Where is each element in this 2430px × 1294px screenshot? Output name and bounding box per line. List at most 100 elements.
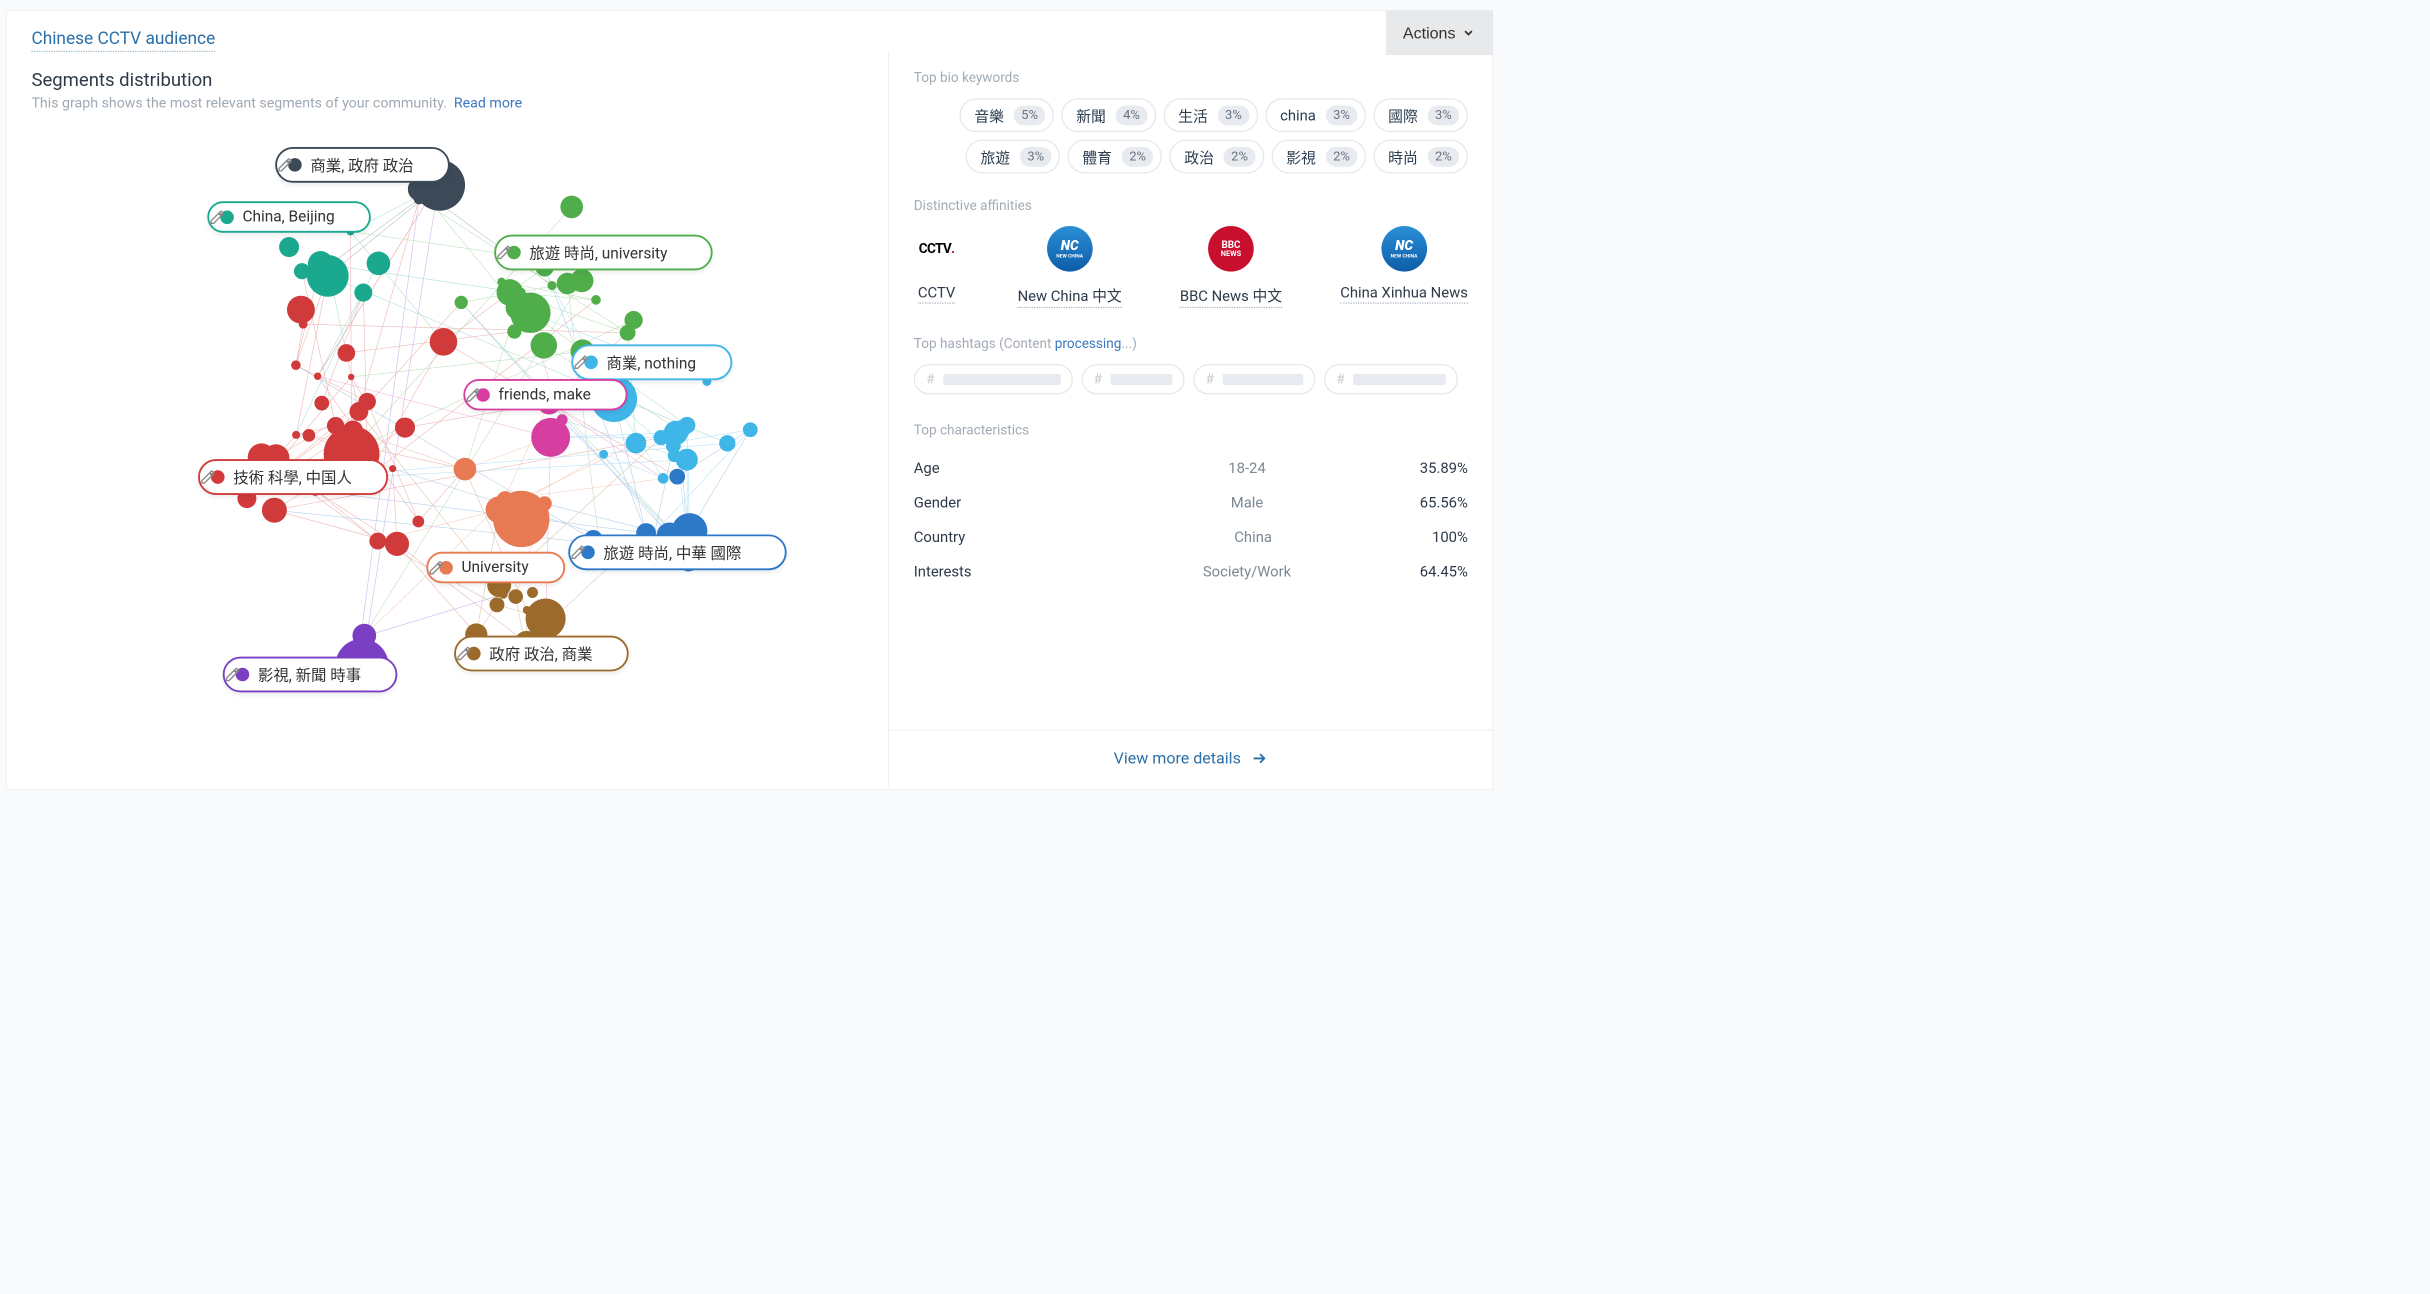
keyword-text: 音樂	[974, 104, 1004, 126]
segment-label[interactable]: 旅遊 時尚, 中華 國際	[568, 534, 786, 570]
keyword-chip[interactable]: 旅遊 3%	[966, 140, 1061, 174]
keyword-percent: 2%	[1224, 147, 1256, 167]
keyword-chip[interactable]: 影視2%	[1271, 140, 1366, 174]
distinctive-affinities-title: Distinctive affinities	[914, 198, 1468, 213]
characteristic-percent: 35.89%	[1420, 459, 1468, 476]
audience-card: Chinese CCTV audience Actions Segments d…	[6, 10, 1493, 790]
affinity-label: CCTV	[918, 284, 955, 304]
affinities-row: CCTV.CCTVNCNEW CHINANew China 中文BBCNEWSB…	[914, 226, 1468, 308]
keyword-chip[interactable]: china3%	[1265, 98, 1366, 132]
segment-label[interactable]: China, Beijing	[207, 201, 371, 232]
affinity-item[interactable]: BBCNEWS BBC News 中文	[1180, 226, 1282, 308]
segment-label-text: 技術 科學, 中国人	[233, 466, 352, 488]
keyword-chip[interactable]: 生活3%	[1163, 98, 1258, 132]
segment-label-text: 旅遊 時尚, university	[529, 241, 667, 263]
hashtag-placeholder-row: # # # #	[914, 364, 1468, 394]
characteristic-key: Gender	[914, 494, 1074, 511]
pencil-icon[interactable]	[200, 469, 216, 485]
characteristic-row: GenderMale65.56%	[914, 485, 1468, 520]
network-graph[interactable]: 商業, 政府 政治 China, Beijing 旅遊 時尚, university…	[31, 124, 863, 760]
keyword-text: 體育	[1082, 146, 1112, 168]
actions-label: Actions	[1403, 23, 1456, 42]
segment-label-text: 旅遊 時尚, 中華 國際	[603, 541, 741, 563]
keyword-percent: 3%	[1428, 105, 1460, 125]
pencil-icon[interactable]	[277, 157, 293, 173]
segments-panel: Segments distribution This graph shows t…	[7, 52, 889, 786]
keyword-chip[interactable]: 新聞 4%	[1061, 98, 1156, 132]
segment-label[interactable]: 旅遊 時尚, university	[494, 235, 712, 271]
segments-subtitle: This graph shows the most relevant segme…	[31, 95, 863, 112]
segment-label[interactable]: University	[426, 552, 565, 583]
pencil-icon[interactable]	[225, 666, 241, 682]
read-more-link[interactable]: Read more	[454, 95, 522, 112]
segment-label[interactable]: 影視, 新聞 時事	[223, 657, 398, 693]
affinity-logo: CCTV.	[914, 226, 960, 272]
processing-text: processing	[1055, 336, 1122, 351]
characteristics-list: Age18-2435.89%GenderMale65.56%CountryChi…	[914, 451, 1468, 589]
characteristic-percent: 64.45%	[1420, 563, 1468, 580]
top-hashtags-title: Top hashtags (Content processing...)	[914, 336, 1468, 351]
segment-label-text: 商業, 政府 政治	[310, 154, 413, 176]
keyword-percent: 2%	[1326, 147, 1358, 167]
affinity-logo: BBCNEWS	[1208, 226, 1254, 272]
keyword-chip[interactable]: 政治2%	[1169, 140, 1264, 174]
segment-label-text: 商業, nothing	[607, 351, 697, 373]
affinity-label: BBC News 中文	[1180, 284, 1282, 308]
characteristic-key: Country	[914, 528, 1074, 545]
pencil-icon[interactable]	[573, 354, 589, 370]
pencil-icon[interactable]	[570, 544, 586, 560]
top-bio-keywords-title: Top bio keywords	[914, 70, 1468, 85]
sidebar: Top bio keywords 音樂5%新聞4%生活3%china3%國際3%…	[889, 52, 1492, 786]
hashtag-placeholder: #	[1324, 364, 1458, 394]
view-more-details-button[interactable]: View more details	[889, 729, 1492, 786]
pencil-icon[interactable]	[456, 646, 472, 662]
keyword-chip[interactable]: 音樂5%	[960, 98, 1055, 132]
keyword-chip-row: 音樂5%新聞4%生活3%china3%國際3%旅遊3%體育2%政治2%影視2%時…	[914, 98, 1468, 173]
affinity-item[interactable]: NCNEW CHINANew China 中文	[1018, 226, 1122, 308]
affinity-logo: NCNEW CHINA	[1381, 226, 1427, 272]
card-header: Chinese CCTV audience Actions	[7, 11, 1493, 52]
keyword-percent: 2%	[1428, 147, 1460, 167]
keyword-text: 生活	[1178, 104, 1208, 126]
chevron-down-icon	[1462, 26, 1476, 40]
hashtag-placeholder: #	[1081, 364, 1184, 394]
actions-button[interactable]: Actions	[1386, 11, 1493, 55]
pencil-icon[interactable]	[465, 387, 481, 403]
hashtag-placeholder: #	[1193, 364, 1315, 394]
pencil-icon[interactable]	[209, 209, 225, 225]
characteristic-percent: 100%	[1432, 528, 1468, 545]
arrow-right-icon	[1251, 750, 1268, 767]
segment-label[interactable]: 技術 科學, 中国人	[198, 459, 388, 495]
keyword-text: 國際	[1388, 104, 1418, 126]
segment-label[interactable]: 商業, nothing	[571, 344, 732, 380]
keyword-chip[interactable]: 國際 3%	[1373, 98, 1468, 132]
characteristic-row: Interests Society/Work 64.45%	[914, 554, 1468, 589]
keyword-percent: 3%	[1020, 147, 1052, 167]
pencil-icon[interactable]	[496, 244, 512, 260]
characteristic-value: China	[1234, 528, 1272, 545]
pencil-icon[interactable]	[428, 559, 444, 575]
segment-label-text: friends, make	[499, 386, 591, 404]
characteristic-row: Country China 100%	[914, 520, 1468, 555]
characteristic-key: Interests	[914, 563, 1074, 580]
segment-label-text: University	[462, 559, 529, 577]
keyword-percent: 3%	[1326, 105, 1358, 125]
audience-name[interactable]: Chinese CCTV audience	[31, 28, 215, 52]
keyword-percent: 4%	[1116, 105, 1148, 125]
keyword-text: 旅遊	[980, 146, 1010, 168]
segment-label[interactable]: friends, make	[463, 379, 627, 410]
segment-label[interactable]: 商業, 政府 政治	[275, 147, 450, 183]
keyword-text: 新聞	[1076, 104, 1106, 126]
segment-label-text: China, Beijing	[242, 208, 334, 226]
affinity-item[interactable]: NCNEW CHINA China Xinhua News	[1340, 226, 1468, 308]
affinity-item[interactable]: CCTV. CCTV	[914, 226, 960, 308]
characteristic-percent: 65.56%	[1420, 494, 1468, 511]
characteristic-value: Society/Work	[1203, 563, 1291, 580]
affinity-label: China Xinhua News	[1340, 284, 1468, 304]
segment-label[interactable]: 政府 政治, 商業	[454, 636, 629, 672]
keyword-chip[interactable]: 體育2%	[1068, 140, 1163, 174]
characteristic-row: Age18-2435.89%	[914, 451, 1468, 486]
characteristic-value: 18-24	[1228, 459, 1265, 476]
keyword-chip[interactable]: 時尚2%	[1373, 140, 1468, 174]
affinity-label: New China 中文	[1018, 284, 1122, 308]
